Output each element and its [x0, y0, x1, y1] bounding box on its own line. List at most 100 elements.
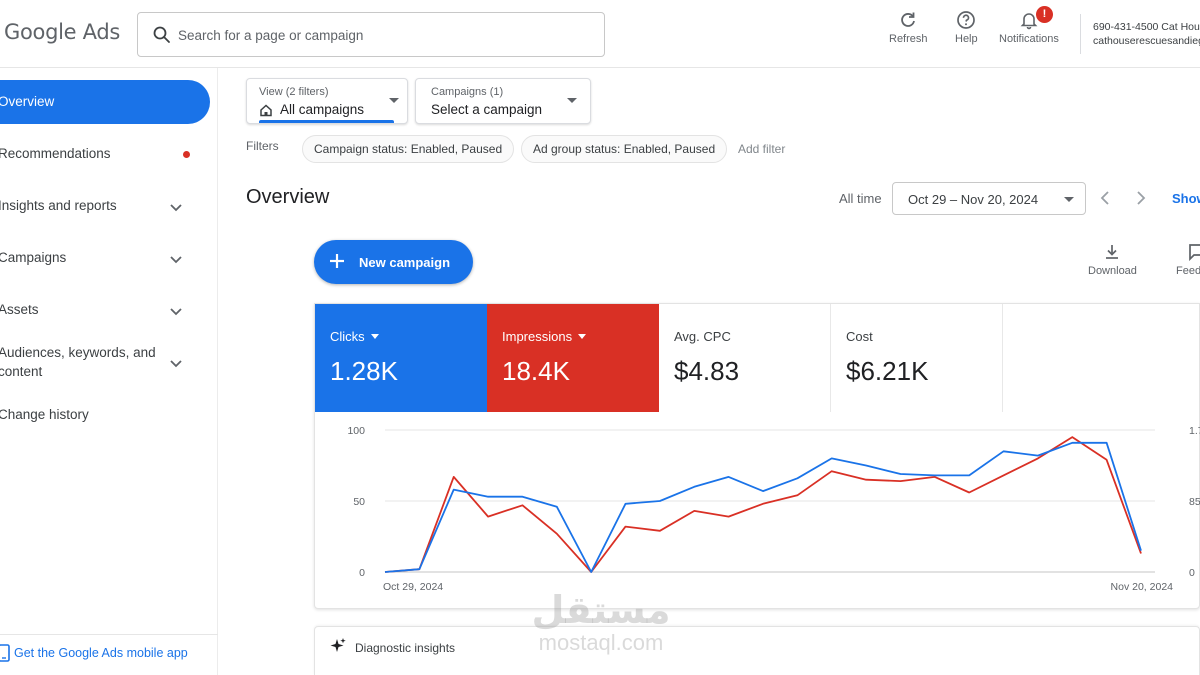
performance-line-chart: 0 50 100 0 850 1.7K Oct 29, 2024 Nov 20, 2024	[347, 425, 1200, 593]
metric-label: Impressions	[502, 329, 587, 344]
sidebar-item-label: Recommendations	[0, 146, 111, 161]
metric-card-clicks[interactable]: Clicks 1.28K	[315, 304, 487, 412]
sidebar-item-assets[interactable]: Assets	[0, 302, 210, 322]
date-range-picker[interactable]: Oct 29 – Nov 20, 2024	[892, 182, 1086, 215]
sidebar-item-recommendations[interactable]: Recommendations	[0, 146, 210, 166]
date-range-value: Oct 29 – Nov 20, 2024	[908, 192, 1039, 207]
recommendations-dot	[183, 151, 190, 158]
refresh-button[interactable]: Refresh	[889, 10, 928, 45]
metric-label: Avg. CPC	[674, 329, 731, 344]
chevron-down-icon	[170, 256, 182, 264]
sidebar-item-overview[interactable]: Overview	[0, 80, 210, 124]
sidebar-item-label: Audiences, keywords, and	[0, 345, 156, 360]
caret-down-icon	[389, 98, 399, 103]
view-filter-value: All campaigns	[280, 102, 365, 117]
metric-value: $6.21K	[846, 356, 929, 386]
refresh-icon	[901, 12, 916, 27]
add-filter-button[interactable]: Add filter	[738, 142, 785, 156]
help-icon	[957, 11, 976, 29]
sidebar-item-label-2: content	[0, 364, 43, 379]
new-campaign-label: New campaign	[359, 255, 451, 270]
caret-down-icon	[567, 98, 577, 103]
sidebar-divider	[0, 634, 218, 635]
search-bar[interactable]: Search for a page or campaign	[137, 12, 605, 57]
metric-value: 18.4K	[502, 356, 570, 386]
left-axis-tick-label: 50	[353, 496, 365, 508]
x-axis-tick-label: Nov 20, 2024	[1111, 581, 1174, 593]
chevron-down-icon	[170, 360, 182, 368]
download-icon	[1106, 245, 1119, 259]
filter-chip-ad-group-status[interactable]: Ad group status: Enabled, Paused	[521, 135, 728, 163]
performance-card: Clicks 1.28K Impressions 18.4K Avg. CPC …	[314, 303, 1200, 609]
series-line-impressions	[384, 436, 1142, 573]
account-info[interactable]: 690-431-4500 Cat House cathouserescuesan…	[1093, 20, 1200, 48]
left-axis-tick-label: 100	[347, 425, 365, 437]
filter-chip-campaign-status[interactable]: Campaign status: Enabled, Paused	[302, 135, 515, 163]
metric-label: Clicks	[330, 329, 379, 344]
header-divider	[1080, 14, 1081, 54]
active-underline	[259, 120, 394, 123]
campaign-picker[interactable]: Campaigns (1) Select a campaign	[415, 78, 591, 124]
notifications-label: Notifications	[999, 33, 1059, 45]
campaign-picker-count: Campaigns (1)	[431, 86, 504, 98]
metric-card-impressions[interactable]: Impressions 18.4K	[487, 304, 659, 412]
search-input[interactable]: Search for a page or campaign	[178, 28, 363, 43]
download-label: Download	[1088, 265, 1137, 277]
metric-card-cost[interactable]: Cost $6.21K	[831, 304, 1003, 412]
previous-period-button[interactable]	[1097, 189, 1113, 207]
feedback-button[interactable]: Feedback	[1176, 243, 1200, 277]
metric-value: $4.83	[674, 356, 740, 386]
caret-down-icon[interactable]	[370, 334, 379, 339]
sidebar-item-audiences[interactable]: Audiences, keywords, and content	[0, 345, 210, 385]
campaign-picker-value: Select a campaign	[431, 102, 543, 117]
sparkle-icon	[330, 638, 346, 652]
x-axis-tick-label: Oct 29, 2024	[383, 581, 443, 593]
sidebar-item-label: Overview	[0, 94, 55, 109]
search-icon	[153, 26, 170, 43]
range-label: All time	[839, 191, 882, 206]
diagnostic-insights-label: Diagnostic insights	[355, 641, 456, 655]
feedback-icon	[1189, 244, 1200, 261]
new-campaign-button[interactable]: New campaign	[314, 240, 473, 284]
metric-label: Cost	[846, 329, 873, 344]
download-button[interactable]: Download	[1088, 243, 1137, 277]
help-label: Help	[955, 33, 978, 45]
sidebar-item-label: Assets	[0, 302, 39, 317]
mobile-app-label: Get the Google Ads mobile app	[14, 646, 188, 660]
sidebar-item-campaigns[interactable]: Campaigns	[0, 250, 210, 270]
google-ads-logo[interactable]: Google Ads	[4, 20, 120, 44]
diagnostic-insights-panel[interactable]: Diagnostic insights	[314, 626, 1200, 675]
caret-down-icon[interactable]	[578, 334, 587, 339]
page-title: Overview	[246, 186, 330, 208]
account-phone: 690-431-4500 Cat House	[1093, 21, 1200, 33]
chevron-down-icon	[170, 308, 182, 316]
notification-badge: !	[1036, 6, 1053, 23]
filters-label: Filters	[246, 139, 279, 153]
feedback-label: Feedback	[1176, 265, 1200, 277]
next-period-button[interactable]	[1133, 189, 1149, 207]
sidebar-item-label: Insights and reports	[0, 198, 117, 213]
metric-card-avg-cpc[interactable]: Avg. CPC $4.83	[659, 304, 831, 412]
refresh-label: Refresh	[889, 33, 928, 45]
home-icon	[260, 104, 272, 117]
account-email: cathouserescuesandiego	[1093, 35, 1200, 47]
sidebar-item-label: Campaigns	[0, 250, 67, 265]
series-line-clicks	[384, 441, 1142, 573]
sidebar-item-insights[interactable]: Insights and reports	[0, 198, 210, 218]
caret-down-icon	[1064, 197, 1074, 202]
plus-icon	[330, 254, 344, 268]
top-header: Google Ads Search for a page or campaign…	[0, 0, 1200, 68]
view-filter-count: View (2 filters)	[259, 86, 329, 98]
phone-icon	[0, 644, 10, 662]
sidebar-item-label: Change history	[0, 407, 89, 422]
right-axis-tick-label: 850	[1189, 496, 1200, 508]
metric-value: 1.28K	[330, 356, 398, 386]
show-link[interactable]: Show	[1172, 191, 1200, 206]
sidebar-item-change-history[interactable]: Change history	[0, 407, 210, 427]
help-button[interactable]: Help	[955, 10, 978, 45]
view-filter-picker[interactable]: View (2 filters) All campaigns	[246, 78, 408, 124]
right-axis-tick-label: 0	[1189, 567, 1195, 579]
chevron-down-icon	[170, 204, 182, 212]
right-axis-tick-label: 1.7K	[1189, 425, 1200, 437]
left-axis-tick-label: 0	[359, 567, 365, 579]
